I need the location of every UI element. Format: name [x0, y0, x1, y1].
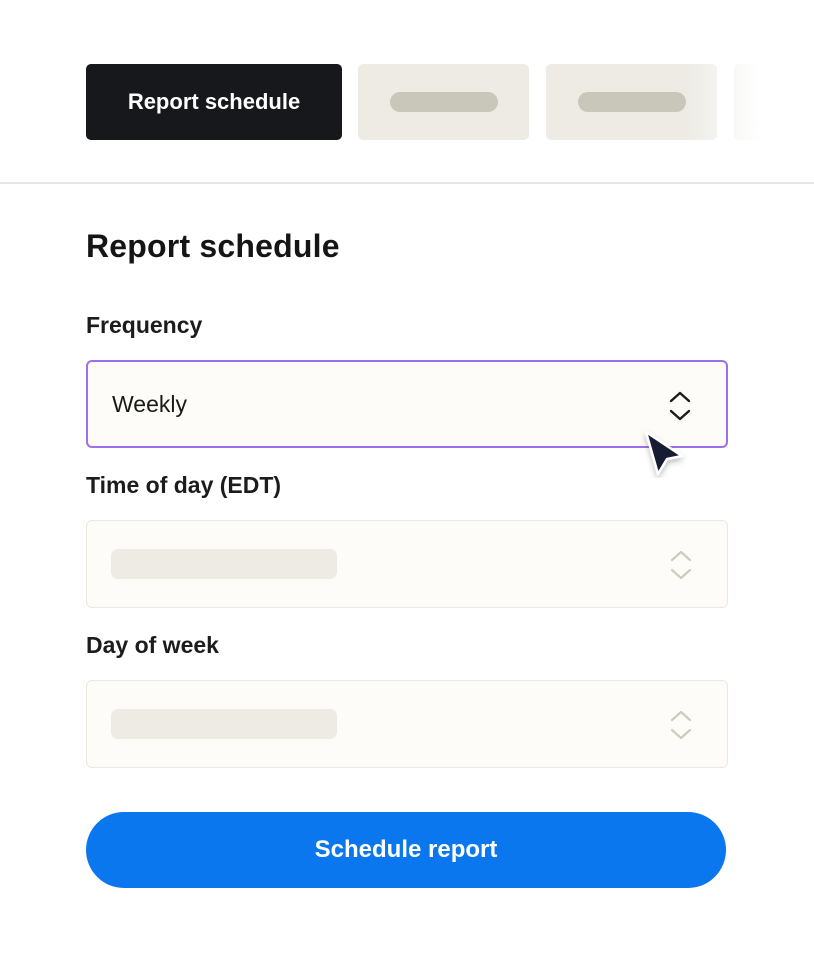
frequency-value: Weekly [112, 390, 187, 417]
page-title: Report schedule [86, 228, 340, 264]
tab-overflow-fade [686, 64, 786, 140]
time-of-day-skeleton [111, 549, 337, 579]
tab-skeleton-bar [389, 92, 498, 112]
frequency-label: Frequency [86, 312, 203, 338]
header-divider [0, 182, 814, 184]
chevron-up-down-icon [670, 550, 692, 580]
tab-report-schedule[interactable]: Report schedule [86, 64, 342, 140]
schedule-report-button[interactable]: Schedule report [86, 812, 726, 888]
tab-skeleton-bar [577, 92, 686, 112]
day-of-week-select[interactable] [86, 680, 728, 768]
tab-bar: Report schedule [86, 64, 786, 140]
tab-placeholder-2[interactable] [358, 64, 529, 140]
time-of-day-select[interactable] [86, 520, 728, 608]
frequency-select[interactable]: Weekly [86, 360, 728, 448]
tab-label: Report schedule [127, 89, 301, 114]
day-of-week-label: Day of week [86, 632, 219, 658]
cursor-arrow-icon [644, 430, 684, 476]
chevron-up-down-icon [669, 391, 691, 421]
day-of-week-skeleton [111, 709, 337, 739]
schedule-report-label: Schedule report [314, 836, 498, 863]
time-of-day-label: Time of day (EDT) [86, 472, 282, 498]
chevron-up-down-icon [670, 710, 692, 740]
